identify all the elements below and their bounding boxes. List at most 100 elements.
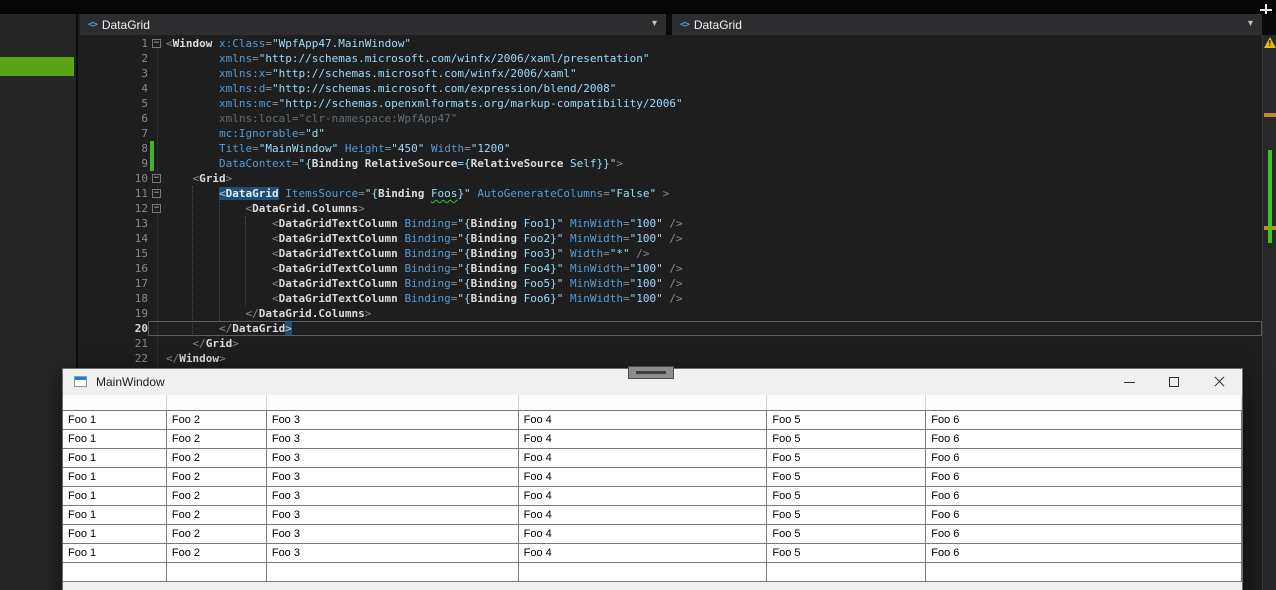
grid-cell[interactable]: Foo 1 [63,411,167,429]
code-line-18[interactable]: 18 <DataGridTextColumn Binding="{Binding… [80,291,1262,306]
column-header-6[interactable] [926,395,1242,410]
grid-cell[interactable]: Foo 2 [167,430,267,448]
code-line-17[interactable]: 17 <DataGridTextColumn Binding="{Binding… [80,276,1262,291]
fold-column [148,111,166,126]
code-line-10[interactable]: 10− <Grid> [80,171,1262,186]
grid-cell[interactable]: Foo 3 [267,525,519,543]
code-line-14[interactable]: 14 <DataGridTextColumn Binding="{Binding… [80,231,1262,246]
grid-cell[interactable]: Foo 1 [63,487,167,505]
new-item-placeholder-row[interactable] [63,563,1242,582]
grid-cell[interactable]: Foo 4 [519,544,768,562]
grid-cell[interactable]: Foo 5 [767,487,927,505]
grid-cell[interactable]: Foo 1 [63,506,167,524]
collapse-icon[interactable]: − [152,189,161,198]
drag-handle[interactable] [628,366,674,379]
grid-cell[interactable]: Foo 3 [267,468,519,486]
code-line-3[interactable]: 3 xmlns:x="http://schemas.microsoft.com/… [80,66,1262,81]
code-line-20[interactable]: 20 </DataGrid> [80,321,1262,336]
code-line-16[interactable]: 16 <DataGridTextColumn Binding="{Binding… [80,261,1262,276]
tab-group-right: <> DataGrid ▾ [672,14,1262,35]
grid-cell[interactable]: Foo 2 [167,525,267,543]
grid-cell[interactable]: Foo 2 [167,544,267,562]
code-line-7[interactable]: 7 mc:Ignorable="d" [80,126,1262,141]
grid-cell[interactable]: Foo 2 [167,449,267,467]
code-line-9[interactable]: 9 DataContext="{Binding RelativeSource={… [80,156,1262,171]
column-header-1[interactable] [63,395,167,410]
fold-marker[interactable]: − [148,201,166,216]
grid-cell[interactable]: Foo 1 [63,468,167,486]
code-token: < [271,232,279,245]
collapse-icon[interactable]: − [152,39,161,48]
grid-cell[interactable]: Foo 3 [267,411,519,429]
fold-marker[interactable]: − [148,36,166,51]
code-line-1[interactable]: 1− <Window x:Class="WpfApp47.MainWindow" [80,36,1262,51]
column-header-4[interactable] [519,395,768,410]
editor-scrollbar[interactable]: ! [1262,35,1276,590]
code-line-15[interactable]: 15 <DataGridTextColumn Binding="{Binding… [80,246,1262,261]
fold-marker[interactable]: − [148,186,166,201]
column-header-5[interactable] [767,395,927,410]
grid-cell[interactable]: Foo 2 [167,506,267,524]
grid-cell[interactable]: Foo 3 [267,430,519,448]
code-line-11[interactable]: 11− <DataGrid ItemsSource="{Binding Foos… [80,186,1262,201]
grid-cell[interactable]: Foo 4 [519,411,768,429]
grid-cell[interactable]: Foo 5 [767,525,927,543]
grid-cell[interactable]: Foo 6 [926,468,1242,486]
fold-marker[interactable]: − [148,171,166,186]
line-number: 7 [141,127,148,140]
code-text: mc:Ignorable="d" [166,126,325,141]
grid-cell[interactable]: Foo 4 [519,449,768,467]
grid-cell[interactable]: Foo 5 [767,411,927,429]
collapse-icon[interactable]: − [152,204,161,213]
grid-cell[interactable]: Foo 2 [167,487,267,505]
code-line-21[interactable]: 21 </Grid> [80,336,1262,351]
code-line-8[interactable]: 8 Title="MainWindow" Height="450" Width=… [80,141,1262,156]
grid-cell[interactable]: Foo 1 [63,544,167,562]
grid-cell[interactable]: Foo 5 [767,506,927,524]
grid-cell[interactable]: Foo 6 [926,525,1242,543]
grid-cell[interactable]: Foo 4 [519,506,768,524]
grid-cell[interactable]: Foo 6 [926,487,1242,505]
code-line-13[interactable]: 13 <DataGridTextColumn Binding="{Binding… [80,216,1262,231]
grid-cell[interactable]: Foo 1 [63,430,167,448]
column-header-2[interactable] [167,395,267,410]
tab-datagrid-right[interactable]: <> DataGrid [672,14,754,35]
chevron-down-icon[interactable]: ▾ [1248,18,1253,29]
grid-cell[interactable]: Foo 4 [519,525,768,543]
minimize-button[interactable] [1107,369,1152,395]
grid-cell[interactable]: Foo 4 [519,468,768,486]
grid-cell[interactable]: Foo 5 [767,449,927,467]
grid-cell[interactable]: Foo 3 [267,544,519,562]
code-line-22[interactable]: 22 </Window> [80,351,1262,366]
grid-cell[interactable]: Foo 2 [167,411,267,429]
grid-cell[interactable]: Foo 6 [926,411,1242,429]
grid-cell[interactable]: Foo 3 [267,449,519,467]
grid-cell[interactable]: Foo 5 [767,430,927,448]
code-line-2[interactable]: 2 xmlns="http://schemas.microsoft.com/wi… [80,51,1262,66]
collapse-icon[interactable]: − [152,174,161,183]
code-line-4[interactable]: 4 xmlns:d="http://schemas.microsoft.com/… [80,81,1262,96]
grid-cell[interactable]: Foo 6 [926,449,1242,467]
code-line-12[interactable]: 12− <DataGrid.Columns> [80,201,1262,216]
grid-cell[interactable]: Foo 6 [926,430,1242,448]
grid-cell[interactable]: Foo 1 [63,525,167,543]
grid-cell[interactable]: Foo 2 [167,468,267,486]
grid-cell[interactable]: Foo 4 [519,487,768,505]
column-header-3[interactable] [267,395,519,410]
grid-row-3: Foo 1 Foo 2 Foo 3 Foo 4 Foo 5 Foo 6 [63,449,1242,468]
tab-datagrid-left[interactable]: <> DataGrid [80,14,162,35]
code-line-6[interactable]: 6 xmlns:local="clr-namespace:WpfApp47" [80,111,1262,126]
chevron-down-icon[interactable]: ▾ [652,18,657,29]
grid-cell[interactable]: Foo 1 [63,449,167,467]
code-line-5[interactable]: 5 xmlns:mc="http://schemas.openxmlformat… [80,96,1262,111]
close-button[interactable] [1197,369,1242,395]
grid-cell[interactable]: Foo 3 [267,506,519,524]
grid-cell[interactable]: Foo 6 [926,506,1242,524]
grid-cell[interactable]: Foo 3 [267,487,519,505]
code-line-19[interactable]: 19 </DataGrid.Columns> [80,306,1262,321]
grid-cell[interactable]: Foo 4 [519,430,768,448]
maximize-button[interactable] [1152,369,1197,395]
grid-cell[interactable]: Foo 5 [767,544,927,562]
grid-cell[interactable]: Foo 6 [926,544,1242,562]
grid-cell[interactable]: Foo 5 [767,468,927,486]
